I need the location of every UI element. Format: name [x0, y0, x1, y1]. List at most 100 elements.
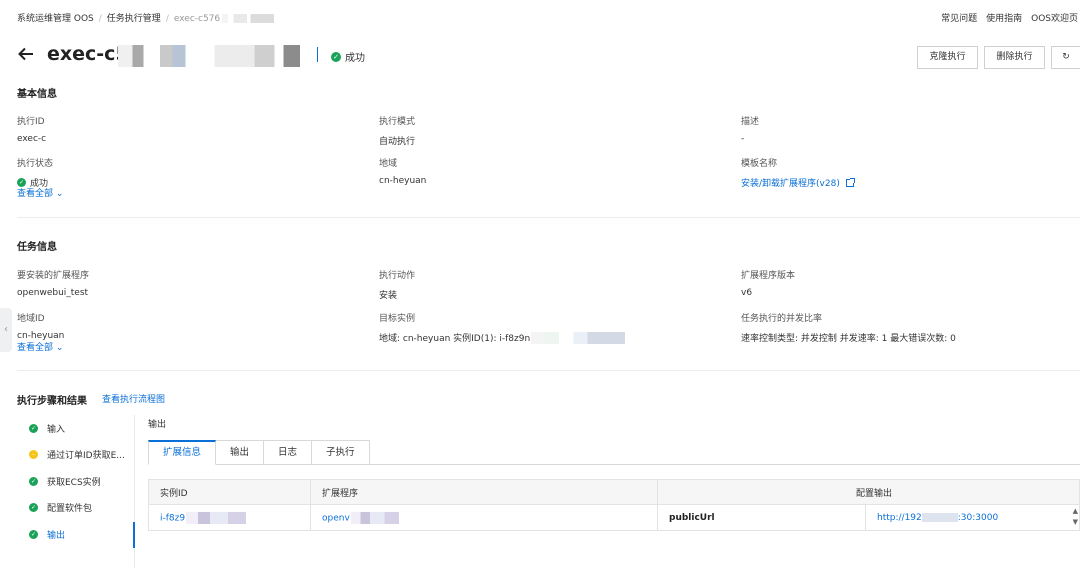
chevron-left-icon: ‹ — [4, 324, 8, 335]
redacted-title — [118, 45, 300, 67]
concurrency-value: 速率控制类型: 并发控制 并发速率: 1 最大错误次数: 0 — [741, 334, 956, 344]
step-list: ✓ 输入 – 通过订单ID获取E... ✓ 获取ECS实例 ✓ 配置软件包 ✓ 输出 — [17, 415, 135, 568]
action-field: 执行动作 安装 — [379, 268, 415, 301]
redacted-text — [531, 331, 626, 344]
action-label: 执行动作 — [379, 271, 416, 281]
step-item[interactable]: – 通过订单ID获取E... — [17, 442, 134, 469]
description-value: - — [741, 134, 745, 144]
config-key-cell: publicUrl — [657, 504, 866, 531]
version-label: 扩展程序版本 — [741, 271, 796, 281]
extension-label: 要安装的扩展程序 — [17, 271, 90, 281]
top-links: 常见问题 使用指南 OOS欢迎页 — [932, 11, 1078, 24]
instance-link[interactable]: i-f8z9 — [160, 513, 185, 523]
divider — [17, 370, 1080, 371]
extension-link[interactable]: openv — [322, 513, 350, 523]
breadcrumb-root[interactable]: 系统运维管理 OOS — [17, 14, 94, 24]
redacted-text — [350, 511, 399, 524]
tab-sub-executions[interactable]: 子执行 — [312, 440, 370, 465]
minus-circle-icon: – — [29, 450, 38, 460]
tab-logs[interactable]: 日志 — [264, 440, 313, 465]
steps-title: 执行步骤和结果 — [17, 396, 87, 407]
scroll-up-icon[interactable]: ▲ — [1073, 506, 1078, 517]
output-title: 输出 — [148, 420, 167, 430]
active-step-indicator — [133, 522, 135, 548]
redacted-text — [186, 511, 247, 524]
redacted-text — [222, 14, 275, 23]
step-item-active[interactable]: ✓ 输出 — [17, 521, 134, 548]
mode-value: 自动执行 — [379, 137, 416, 147]
step-label: 配置软件包 — [47, 504, 93, 515]
table-header-row: 实例ID 扩展程序 配置输出 — [148, 479, 1080, 505]
instance-cell: i-f8z9 — [148, 504, 311, 531]
breadcrumb-separator: / — [98, 14, 102, 24]
region-value: cn-heyuan — [379, 176, 427, 186]
chevron-down-icon: ⌄ — [55, 189, 64, 199]
output-tabs: 扩展信息 输出 日志 子执行 — [148, 440, 370, 465]
expand-basic-info[interactable]: 查看全部 ⌄ — [17, 186, 63, 199]
concurrency-label: 任务执行的并发比率 — [741, 314, 823, 324]
step-item[interactable]: ✓ 获取ECS实例 — [17, 468, 134, 495]
step-label: 通过订单ID获取E... — [47, 451, 125, 462]
status-text: 成功 — [345, 53, 365, 64]
external-link-icon[interactable] — [845, 177, 855, 187]
extension-cell: openv — [310, 504, 658, 531]
region-id-label: 地域ID — [17, 314, 45, 324]
step-label: 输入 — [47, 424, 66, 435]
template-label: 模板名称 — [741, 159, 778, 169]
description-label: 描述 — [741, 117, 760, 127]
welcome-link[interactable]: OOS欢迎页 — [1031, 14, 1078, 24]
template-link[interactable]: 安装/卸载扩展程序(v28) — [741, 176, 840, 189]
version-field: 扩展程序版本 v6 — [741, 268, 795, 298]
target-field: 目标实例 地域: cn-heyuan 实例ID(1): i-f8z9n — [379, 311, 626, 344]
column-header-config: 配置输出 — [657, 479, 1080, 505]
public-url-link[interactable]: http://192:30:3000 — [877, 512, 998, 523]
template-field: 模板名称 安装/卸载扩展程序(v28) — [741, 156, 855, 189]
tab-output[interactable]: 输出 — [216, 440, 265, 465]
back-arrow-icon[interactable] — [17, 45, 35, 63]
check-circle-icon: ✓ — [29, 529, 38, 539]
delete-execution-button[interactable]: 删除执行 — [984, 46, 1045, 69]
config-value-cell: http://192:30:3000 — [865, 504, 1080, 531]
check-circle-icon: ✓ — [331, 51, 341, 62]
target-text: 地域: cn-heyuan 实例ID(1): i-f8z9n — [379, 334, 531, 344]
region-id-field: 地域ID cn-heyuan — [17, 311, 64, 341]
clone-execution-button[interactable]: 克隆执行 — [917, 46, 978, 69]
step-item[interactable]: ✓ 配置软件包 — [17, 495, 134, 522]
scrollbar[interactable]: ▲ ▼ — [1073, 506, 1078, 528]
redacted-text — [921, 512, 958, 522]
expand-task-info[interactable]: 查看全部 ⌄ — [17, 340, 63, 353]
url-prefix: http://192 — [877, 512, 922, 523]
exec-status-label: 执行状态 — [17, 159, 54, 169]
template-value: 安装/卸载扩展程序(v28) — [741, 176, 855, 189]
table-row: i-f8z9 openv publicUrl http://192:30:300… — [148, 504, 1080, 531]
breadcrumb-parent[interactable]: 任务执行管理 — [107, 14, 161, 24]
mode-field: 执行模式 自动执行 — [379, 114, 415, 147]
extension-value: openwebui_test — [17, 288, 89, 298]
region-field: 地域 cn-heyuan — [379, 156, 426, 186]
action-value: 安装 — [379, 291, 398, 301]
exec-id-field: 执行ID exec-c — [17, 114, 46, 144]
page-title: exec-c5 — [47, 43, 129, 65]
check-circle-icon: ✓ — [29, 503, 38, 513]
exec-status-field: 执行状态 ✓ 成功 — [17, 156, 53, 189]
title-divider — [317, 47, 318, 62]
chevron-down-icon: ⌄ — [55, 343, 64, 353]
tabs-baseline — [359, 464, 1080, 465]
target-value: 地域: cn-heyuan 实例ID(1): i-f8z9n — [379, 331, 626, 344]
extension-field: 要安装的扩展程序 openwebui_test — [17, 268, 89, 298]
guide-link[interactable]: 使用指南 — [986, 14, 1022, 24]
refresh-button[interactable]: ↻ — [1051, 46, 1080, 69]
faq-link[interactable]: 常见问题 — [941, 14, 977, 24]
scroll-down-icon[interactable]: ▼ — [1073, 517, 1078, 528]
breadcrumb: 系统运维管理 OOS / 任务执行管理 / exec-c576 — [17, 11, 275, 24]
tab-extension-info[interactable]: 扩展信息 — [148, 440, 217, 465]
collapse-sidebar-handle[interactable]: ‹ — [0, 308, 12, 352]
step-item[interactable]: ✓ 输入 — [17, 415, 134, 442]
refresh-icon: ↻ — [1062, 52, 1070, 62]
target-label: 目标实例 — [379, 314, 416, 324]
status-badge: ✓ 成功 — [331, 49, 365, 64]
view-flowchart-link[interactable]: 查看执行流程图 — [102, 392, 165, 405]
basic-info-title: 基本信息 — [17, 89, 57, 100]
expand-basic-label: 查看全部 — [17, 189, 54, 199]
exec-id-value: exec-c — [17, 134, 47, 144]
